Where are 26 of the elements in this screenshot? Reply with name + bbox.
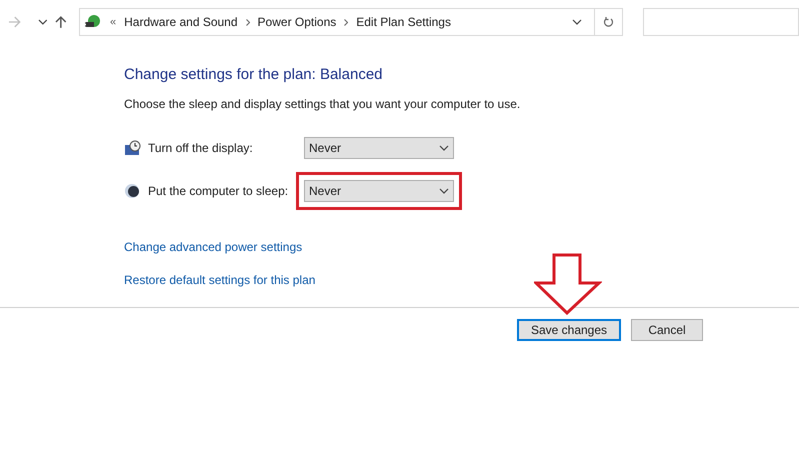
chevron-down-icon xyxy=(439,188,449,194)
link[interactable]: Restore default settings for this plan xyxy=(124,270,316,288)
breadcrumb-item[interactable]: Hardware and Sound xyxy=(124,13,238,31)
dropdown[interactable]: Never xyxy=(304,180,454,202)
description-text: Choose the sleep and display settings that you want your computer to use. xyxy=(124,96,522,112)
setting-label: Turn off the display: xyxy=(148,140,254,156)
monitor-clock-icon xyxy=(124,140,142,156)
breadcrumb-item[interactable]: Edit Plan Settings xyxy=(356,13,451,31)
breadcrumb-item[interactable]: Power Options xyxy=(258,13,336,31)
address-dropdown-icon xyxy=(572,19,582,25)
refresh-icon xyxy=(603,16,614,28)
moon-icon xyxy=(124,182,140,198)
page-heading: Change settings for the plan: Balanced xyxy=(124,65,384,85)
search-field[interactable] xyxy=(643,8,799,36)
address-bar[interactable]: « Hardware and Sound Power Options Edit Plan Settings xyxy=(79,8,624,36)
breadcrumb-separator-icon xyxy=(344,18,348,26)
link[interactable]: Change advanced power settings xyxy=(124,238,302,256)
up-arrow-icon[interactable] xyxy=(55,15,67,29)
overflow-chevron[interactable]: « xyxy=(110,14,116,30)
save-button[interactable]: Save changes xyxy=(517,318,621,340)
breadcrumb-separator-icon xyxy=(246,18,250,26)
setting-label: Put the computer to sleep: xyxy=(148,182,290,200)
chevron-down-icon xyxy=(439,144,449,150)
dropdown[interactable]: Never xyxy=(304,136,454,158)
recent-locations-icon xyxy=(38,19,48,25)
cancel-button[interactable]: Cancel xyxy=(631,318,703,340)
